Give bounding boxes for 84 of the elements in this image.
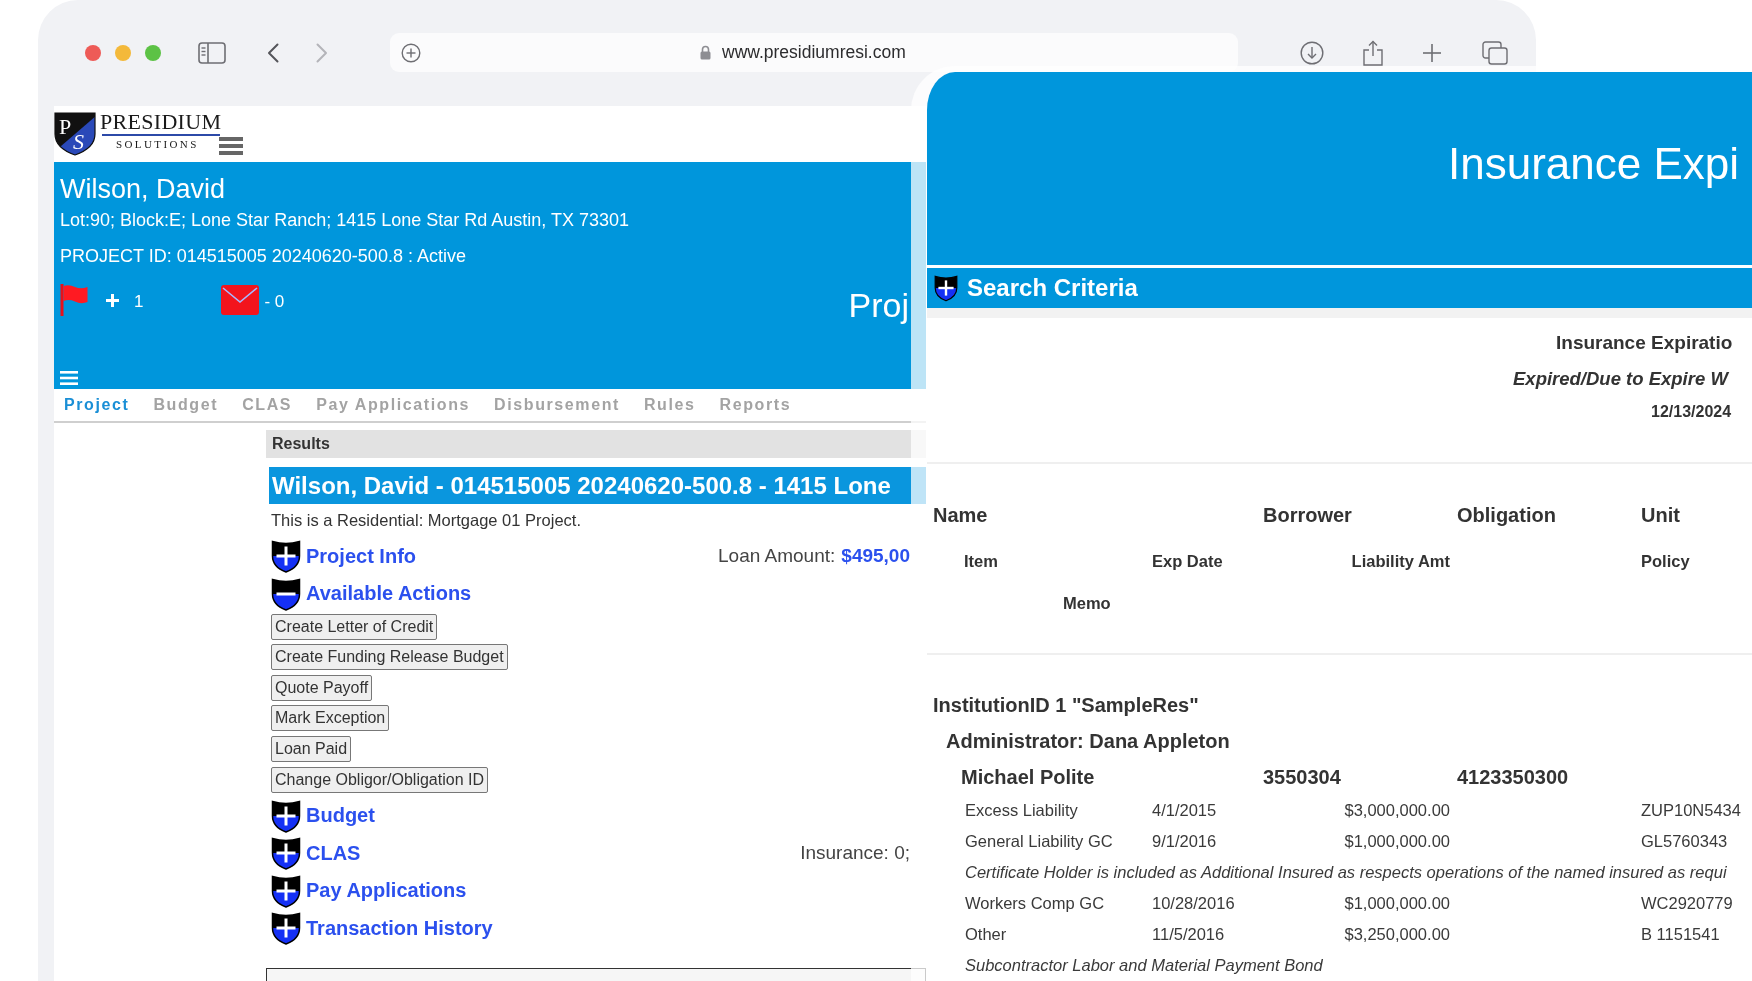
table-cell-text: 4/1/2015 <box>1152 801 1218 820</box>
action-button[interactable]: Quote Payoff <box>271 674 373 701</box>
obligation-number: 4123350300 <box>1457 765 1570 789</box>
report-title: Insurance Expi <box>1448 139 1740 188</box>
table-cell-text: 10/28/2016 <box>1152 894 1236 913</box>
borrower-number: 3550304 <box>1263 765 1342 789</box>
report-subheading: Expired/Due to Expire W <box>1513 368 1728 389</box>
shield-plus-icon[interactable] <box>271 836 301 871</box>
shield-minus-icon[interactable] <box>271 576 301 611</box>
memo-text: Subcontractor Labor and Material Payment Bond <box>965 956 1323 974</box>
column-header: Borrower <box>1263 503 1353 527</box>
logo-icon: P S <box>54 112 96 156</box>
institution-label: InstitutionID 1 "SampleRes" <box>933 694 1199 716</box>
section-link[interactable]: Pay Applications <box>306 879 467 903</box>
logo-name: PRESIDIUM <box>100 111 222 133</box>
plus-icon[interactable] <box>106 293 119 307</box>
shield-plus-icon[interactable] <box>271 539 301 573</box>
tab-overview-icon[interactable] <box>1482 40 1508 65</box>
table-cell-text: B 1151541 <box>1641 925 1721 944</box>
shield-plus-icon[interactable] <box>271 911 301 946</box>
section-link[interactable]: Transaction History <box>306 916 493 940</box>
action-button[interactable]: Change Obligor/Obligation ID <box>271 766 488 793</box>
administrator-label: Administrator: Dana Appleton <box>946 730 1230 752</box>
memo-text: Certificate Holder is included as Additional Insured as respects operations of the named insured as requi <box>965 863 1727 881</box>
plus-circle-icon[interactable] <box>401 42 421 63</box>
column-header: Unit <box>1641 503 1681 527</box>
share-icon[interactable] <box>1362 39 1384 66</box>
table-cell: $3,000,000.00 <box>1344 801 1450 820</box>
section-link[interactable]: Project Info <box>306 544 416 568</box>
close-button[interactable] <box>85 44 101 61</box>
table-cell-text: GL5760343 <box>1641 832 1729 851</box>
section-link[interactable]: Budget <box>306 804 375 828</box>
menu-icon[interactable] <box>60 371 78 385</box>
back-icon[interactable] <box>267 42 279 63</box>
table-cell: $1,000,000.00 <box>1344 832 1450 851</box>
table-cell-text: Other <box>965 925 1008 944</box>
column-header: Item <box>964 551 999 571</box>
property-address: Lot:90; Block:E; Lone Star Ranch; 1415 Lone Star Rd Austin, TX 73301 <box>60 209 630 231</box>
report-heading: Insurance Expiratio <box>1556 332 1733 353</box>
address-bar[interactable]: www.presidiumresi.com <box>390 33 1238 72</box>
table-cell-text: 11/5/2016 <box>1152 925 1226 944</box>
column-header: Name <box>933 503 989 527</box>
table-cell-text: WC2920779 <box>1641 894 1734 913</box>
search-criteria-label: Search Criteria <box>967 274 1138 302</box>
project-description: This is a Residential: Mortgage 01 Project. <box>270 510 582 531</box>
action-button[interactable]: Mark Exception <box>271 705 390 732</box>
table-cell: $1,000,000.00 <box>1344 894 1450 913</box>
search-criteria-bar[interactable]: Search Criteria <box>927 268 1752 308</box>
report-date: 12/13/2024 <box>1651 403 1732 420</box>
info-label: Insurance: 0; <box>800 842 910 865</box>
nav-tab[interactable]: Project <box>64 394 130 416</box>
action-button[interactable]: Loan Paid <box>271 735 352 762</box>
sidebar-icon[interactable] <box>198 41 226 64</box>
table-cell-text: General Liability GC <box>965 832 1114 851</box>
table-cell-text: ZUP10N5434 <box>1641 801 1742 820</box>
action-button[interactable]: Create Funding Release Budget <box>271 644 508 671</box>
table-cell-text: Excess Liability <box>965 801 1079 820</box>
column-header: Policy <box>1641 551 1691 571</box>
section-link[interactable]: CLAS <box>306 841 361 865</box>
table-cell-text: Workers Comp GC <box>965 894 1106 913</box>
download-icon[interactable] <box>1300 40 1324 65</box>
shield-plus-icon[interactable] <box>934 274 958 302</box>
column-header: Obligation <box>1457 503 1557 527</box>
section-link[interactable]: Available Actions <box>306 582 472 606</box>
table-cell: $3,250,000.00 <box>1344 925 1450 944</box>
shield-plus-icon[interactable] <box>271 873 301 908</box>
project-id: PROJECT ID: 014515005 20240620-500.8 : Active <box>60 245 466 267</box>
shield-plus-icon[interactable] <box>271 798 301 833</box>
column-header: Exp Date <box>1152 551 1224 571</box>
page-title: Proj <box>848 285 909 325</box>
borrower-name: Wilson, David <box>60 173 226 205</box>
menu-icon[interactable] <box>219 136 244 156</box>
message-count: - 0 <box>264 292 285 312</box>
column-header: Liability Amt <box>1351 551 1450 571</box>
info-value: $495,00 <box>841 545 910 567</box>
new-tab-icon[interactable] <box>1422 42 1442 63</box>
logo-tagline: SOLUTIONS <box>116 137 199 151</box>
lock-icon <box>700 45 711 60</box>
borrower-name: Michael Polite <box>960 765 1096 789</box>
info-label: Loan Amount: <box>718 545 836 567</box>
flag-count: 1 <box>134 292 144 312</box>
table-cell-text: 9/1/2016 <box>1152 832 1218 851</box>
column-header: Memo <box>1063 594 1111 612</box>
action-button[interactable]: Create Letter of Credit <box>271 613 438 640</box>
